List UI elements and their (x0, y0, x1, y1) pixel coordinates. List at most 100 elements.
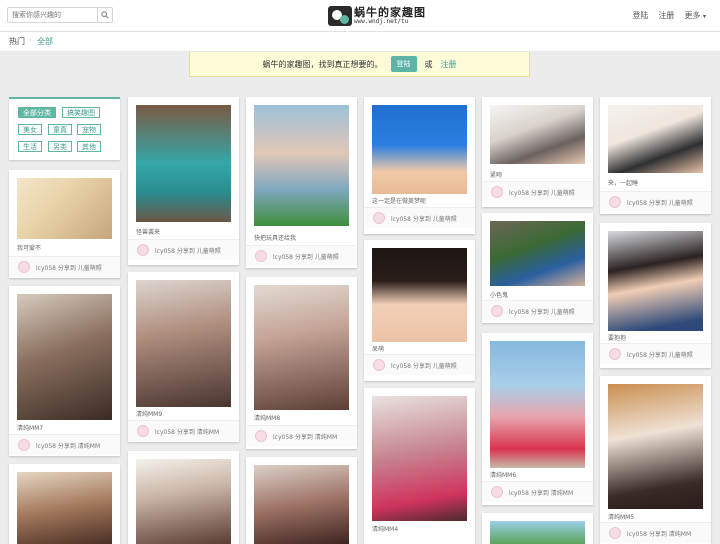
category-filter: 全部分类 搞笑趣图 美女 童真 宠物 生活 另类 其他 (9, 97, 120, 160)
pin-author: lcy058 分享到 儿童萌照 (627, 200, 693, 207)
logo-title: 蜗牛的家趣图 (354, 6, 426, 19)
pin-card[interactable]: 小色鬼 lcy058 分享到 儿童萌照 (482, 213, 593, 323)
pin-author: lcy058 分享到 清纯MM (155, 429, 220, 436)
avatar[interactable] (609, 196, 621, 208)
avatar[interactable] (18, 439, 30, 451)
pin-image[interactable] (490, 105, 585, 164)
pin-card[interactable] (246, 457, 357, 544)
pin-image[interactable] (17, 178, 112, 239)
more-label: 更多 (684, 11, 701, 20)
register-link[interactable]: 注册 (658, 10, 674, 21)
avatar[interactable] (255, 430, 267, 442)
category-pets[interactable]: 宠物 (77, 124, 101, 135)
avatar[interactable] (491, 186, 503, 198)
pin-caption: 清纯MM7 (17, 425, 44, 432)
pin-image[interactable] (490, 521, 585, 544)
pin-card[interactable]: 要抱抱 lcy058 分享到 儿童萌照 (600, 223, 711, 368)
pin-card[interactable]: 来，一起睡 lcy058 分享到 儿童萌照 (600, 97, 711, 214)
banner-register-link[interactable]: 注册 (441, 59, 457, 70)
avatar[interactable] (491, 305, 503, 317)
pin-image[interactable] (608, 231, 703, 331)
pin-card[interactable]: 快把玩具还给我 lcy058 分享到 儿童萌照 (246, 97, 357, 268)
pin-image[interactable] (254, 105, 349, 226)
pin-card[interactable]: 清纯MM4 (364, 388, 475, 544)
signup-banner: 蜗牛的家趣图，找到真正想要的。 登陆 或 注册 (189, 52, 530, 77)
pin-card[interactable] (128, 451, 239, 544)
category-life[interactable]: 生活 (18, 141, 42, 152)
pin-image[interactable] (254, 285, 349, 410)
pin-card[interactable]: 清纯MM8 lcy058 分享到 清纯MM (246, 277, 357, 449)
banner-text: 蜗牛的家趣图，找到真正想要的。 (262, 59, 383, 69)
pin-author: lcy058 分享到 儿童萌照 (155, 248, 221, 255)
pin-image[interactable] (254, 465, 349, 544)
avatar[interactable] (491, 486, 503, 498)
pin-caption: 小色鬼 (490, 292, 509, 299)
category-funny[interactable]: 搞笑趣图 (62, 107, 100, 118)
pin-caption: 紧吻 (490, 172, 503, 179)
pin-author: lcy058 分享到 清纯MM (273, 434, 338, 441)
category-beauty[interactable]: 美女 (18, 124, 42, 135)
breadcrumb: 热门 · 全部 (0, 32, 720, 52)
pin-image[interactable] (372, 396, 467, 521)
pin-caption: 清纯MM8 (254, 415, 281, 422)
pin-card[interactable]: 怪兽袭来 lcy058 分享到 儿童萌照 (128, 97, 239, 265)
pin-caption: 怪兽袭来 (136, 229, 161, 236)
pin-image[interactable] (136, 280, 231, 407)
category-alternative[interactable]: 另类 (48, 141, 72, 152)
pin-card[interactable]: 呆萌 lcy058 分享到 儿童萌照 (364, 240, 475, 381)
login-link[interactable]: 登陆 (632, 10, 648, 21)
pin-image[interactable] (372, 105, 467, 194)
avatar[interactable] (18, 261, 30, 273)
pin-image[interactable] (372, 248, 467, 342)
pin-card[interactable]: 清纯MM5 lcy058 分享到 清纯MM (600, 376, 711, 544)
pin-author: lcy058 分享到 儿童萌照 (627, 352, 693, 359)
pin-caption: 快把玩具还给我 (254, 235, 297, 242)
pin-card[interactable]: 紧吻 lcy058 分享到 儿童萌照 (482, 97, 593, 207)
avatar[interactable] (255, 250, 267, 262)
search-button[interactable] (97, 8, 112, 22)
pin-card[interactable]: 清纯MM6 lcy058 分享到 清纯MM (482, 333, 593, 505)
pin-image[interactable] (490, 341, 585, 468)
pin-image[interactable] (17, 294, 112, 420)
pin-caption: 我可爱不 (17, 245, 42, 252)
avatar[interactable] (137, 244, 149, 256)
pin-author: lcy058 分享到 儿童萌照 (509, 309, 575, 316)
avatar[interactable] (373, 212, 385, 224)
pin-card[interactable] (9, 464, 120, 544)
breadcrumb-all[interactable]: 全部 (37, 36, 53, 47)
pin-card[interactable]: 清纯MM7 lcy058 分享到 清纯MM (9, 286, 120, 456)
pin-caption: 来，一起睡 (608, 180, 639, 187)
pin-caption: 清纯MM4 (372, 526, 399, 533)
pin-author: lcy058 分享到 儿童萌照 (36, 265, 102, 272)
pin-card[interactable]: 清纯MM9 lcy058 分享到 清纯MM (128, 272, 239, 442)
pin-image[interactable] (136, 105, 231, 222)
breadcrumb-hot[interactable]: 热门 (9, 36, 25, 47)
pin-caption: 要抱抱 (608, 335, 627, 342)
avatar[interactable] (609, 527, 621, 539)
search-input[interactable] (8, 8, 100, 22)
pin-author: lcy058 分享到 儿童萌照 (391, 363, 457, 370)
category-all[interactable]: 全部分类 (18, 107, 56, 118)
avatar[interactable] (137, 425, 149, 437)
pin-card[interactable]: 我可爱不 lcy058 分享到 儿童萌照 (9, 170, 120, 278)
category-other[interactable]: 其他 (77, 141, 101, 152)
pin-image[interactable] (136, 459, 231, 544)
pin-image[interactable] (608, 384, 703, 509)
pin-image[interactable] (17, 472, 112, 544)
category-kids[interactable]: 童真 (48, 124, 72, 135)
breadcrumb-separator: · (29, 36, 32, 45)
banner-login-button[interactable]: 登陆 (390, 56, 417, 72)
site-logo[interactable]: 蜗牛的家趣图 www.wndj.net/tu (328, 5, 426, 27)
search-box (7, 7, 113, 23)
more-menu[interactable]: 更多 ▾ (684, 10, 706, 21)
pin-card[interactable]: 这一定是在做美梦呢 lcy058 分享到 儿童萌照 (364, 97, 475, 234)
caret-down-icon: ▾ (702, 13, 706, 20)
pin-author: lcy058 分享到 儿童萌照 (391, 216, 457, 223)
avatar[interactable] (373, 359, 385, 371)
pin-author: lcy058 分享到 清纯MM (627, 531, 692, 538)
pin-image[interactable] (490, 221, 585, 286)
avatar[interactable] (609, 348, 621, 360)
pin-card[interactable] (482, 513, 593, 544)
pin-caption: 呆萌 (372, 346, 385, 353)
pin-image[interactable] (608, 105, 703, 173)
